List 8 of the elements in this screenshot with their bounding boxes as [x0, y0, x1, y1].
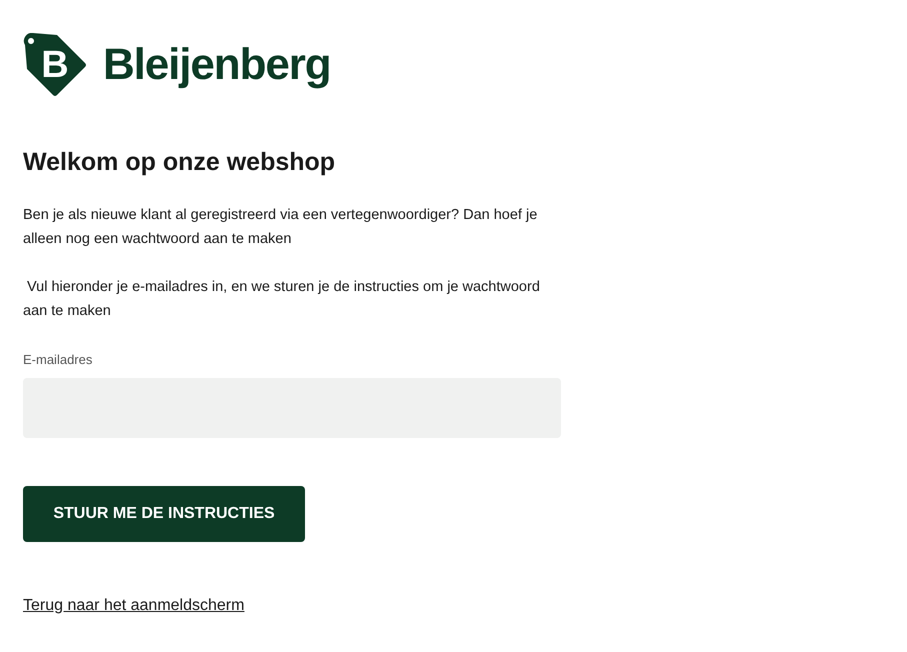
intro-text: Ben je als nieuwe klant al geregistreerd via een vertegenwoordiger? Dan hoef je alleen nog een wachtwoord aan te maken — [23, 206, 538, 249]
brand-name: Bleijenberg — [103, 43, 331, 87]
intro-text: Vul hieronder je e-mailadres in, en we sturen je de instructies om je wachtwoord aan te maken — [23, 278, 541, 321]
back-link[interactable]: Terug naar het aanmeldscherm — [23, 594, 244, 618]
field-label: E-mailadres — [23, 351, 92, 369]
submit-button[interactable]: STUUR ME DE INSTRUCTIES — [23, 486, 305, 542]
logo-icon: B — [23, 33, 87, 97]
page-title: Welkom op onze webshop — [23, 147, 336, 178]
